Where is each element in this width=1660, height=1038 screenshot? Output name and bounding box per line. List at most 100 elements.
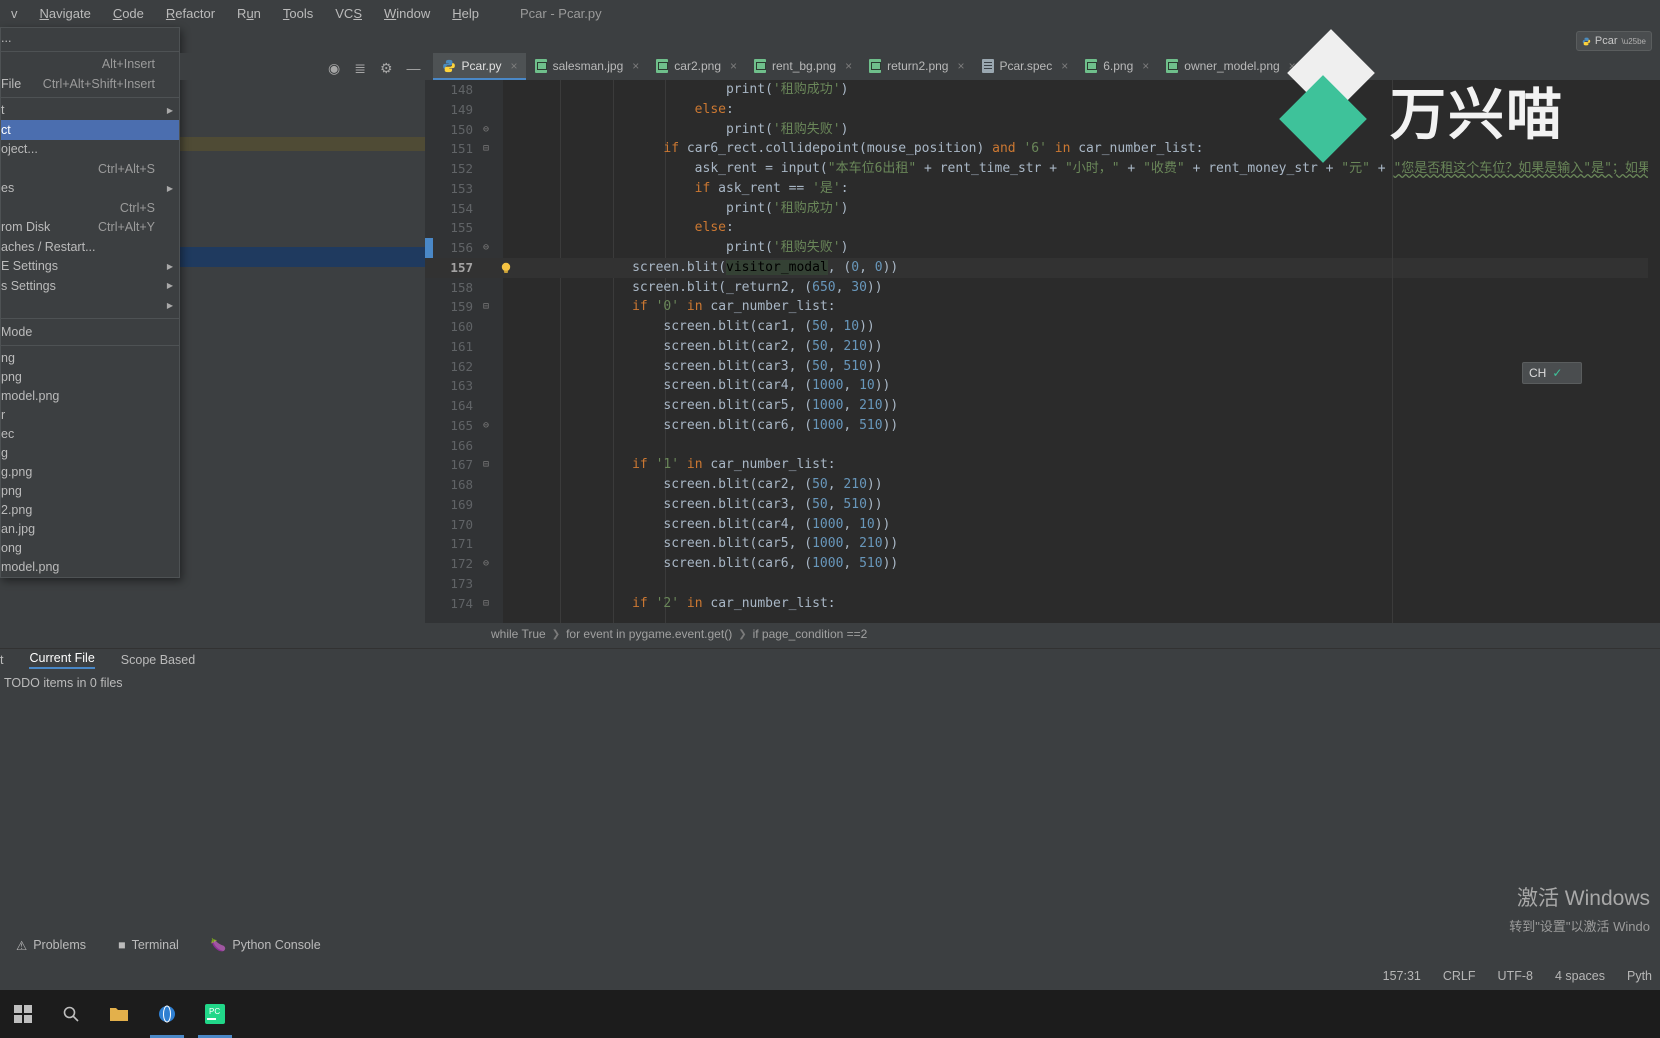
taskbar-pycharm-icon[interactable]: PC [192,990,238,1038]
code-line[interactable]: 153if ask_rent == '是': [425,179,1660,199]
breadcrumb-item[interactable]: while True [491,627,546,641]
bottom-tab-python-console[interactable]: 🍆 Python Console [195,938,337,953]
bottom-tab-problems[interactable]: ⚠ Problems [0,938,102,953]
breadcrumb-item[interactable]: if page_condition ==2 [753,627,868,641]
fold-marker-icon[interactable]: ⊖ [480,554,492,574]
code-line[interactable]: 174⊟if '2' in car_number_list: [425,594,1660,614]
code-line[interactable]: 170screen.blit(car4, (1000, 10)) [425,515,1660,535]
menu-item-vcs[interactable]: VCS [324,6,373,21]
taskbar-browser-icon[interactable] [144,990,190,1038]
editor-tab[interactable]: salesman.jpg× [526,53,648,80]
code-line[interactable]: 172⊖screen.blit(car6, (1000, 510)) [425,554,1660,574]
code-line[interactable]: 168screen.blit(car2, (50, 210)) [425,475,1660,495]
status-bar-item[interactable]: UTF-8 [1498,969,1533,983]
close-icon[interactable]: × [730,59,737,73]
editor-tab[interactable]: return2.png× [860,53,972,80]
recent-file-item[interactable]: r [1,406,179,425]
menu-item-refactor[interactable]: Refactor [155,6,226,21]
breadcrumb[interactable]: while True❯for event in pygame.event.get… [425,623,1660,645]
collapse-all-icon[interactable]: ≣ [354,61,366,75]
chevron-down-icon[interactable]: \u25be [1622,37,1646,46]
status-bar-item[interactable]: Pyth [1627,969,1652,983]
fold-marker-icon[interactable]: ⊖ [480,238,492,258]
file-menu-popup[interactable]: ...Alt+InsertFileCtrl+Alt+Shift+Insertt▶… [0,27,180,578]
file-menu-row[interactable]: FileCtrl+Alt+Shift+Insert [1,74,179,94]
todo-tab[interactable]: Current File [29,651,94,669]
code-line[interactable]: 164screen.blit(car5, (1000, 210)) [425,396,1660,416]
menu-item-tools[interactable]: Tools [272,6,324,21]
run-configuration-selector[interactable]: Pcar \u25be [1576,31,1652,51]
editor-tab[interactable]: Pcar.py× [433,53,526,80]
close-icon[interactable]: × [632,59,639,73]
file-menu-row[interactable]: ct [1,120,179,140]
file-menu-row-mode[interactable]: Mode [1,322,179,342]
code-line[interactable]: 151⊟if car6_rect.collidepoint(mouse_posi… [425,139,1660,159]
code-line[interactable]: 148print('租购成功') [425,80,1660,100]
file-menu-row[interactable]: ▶ [1,296,179,316]
recent-file-item[interactable]: ng [1,349,179,368]
code-editor[interactable]: 148print('租购成功')149else:150⊖print('租购失败'… [425,80,1660,623]
minimize-icon[interactable]: — [407,61,421,75]
recent-file-item[interactable]: model.png [1,558,179,577]
code-line[interactable]: 150⊖print('租购失败') [425,120,1660,140]
taskbar-search-icon[interactable] [48,990,94,1038]
editor-marker-bar[interactable] [1648,80,1660,623]
editor-tab[interactable]: owner_model.png× [1157,53,1303,80]
recent-file-item[interactable]: an.jpg [1,520,179,539]
close-icon[interactable]: × [1142,59,1149,73]
code-line[interactable]: 154print('租购成功') [425,199,1660,219]
file-menu-row[interactable]: Ctrl+S [1,198,179,218]
code-line[interactable]: 167⊟if '1' in car_number_list: [425,455,1660,475]
menu-item-code[interactable]: Code [102,6,155,21]
menu-item-window[interactable]: Window [373,6,441,21]
fold-marker-icon[interactable]: ⊟ [480,594,492,614]
code-line[interactable]: 160screen.blit(car1, (50, 10)) [425,317,1660,337]
code-line[interactable]: 173 [425,574,1660,594]
fold-marker-icon[interactable]: ⊖ [480,416,492,436]
recent-file-item[interactable]: 2.png [1,501,179,520]
fold-marker-icon[interactable]: ⊖ [480,120,492,140]
bottom-tab-terminal[interactable]: ■ Terminal [102,938,195,952]
file-menu-row[interactable]: Alt+Insert [1,55,179,75]
todo-tab[interactable]: t [0,653,3,667]
fold-marker-icon[interactable]: ⊟ [480,455,492,475]
file-menu-row[interactable]: es▶ [1,179,179,199]
code-line[interactable]: 162screen.blit(car3, (50, 510)) [425,357,1660,377]
recent-file-item[interactable]: png [1,482,179,501]
menu-item-run[interactable]: Run [226,6,272,21]
code-line[interactable]: 157screen.blit(visitor_modal, (0, 0)) [425,258,1660,278]
locate-icon[interactable]: ◉ [328,61,340,75]
close-icon[interactable]: × [957,59,964,73]
ime-language-indicator[interactable]: CH ✓ [1522,362,1582,384]
close-icon[interactable]: × [845,59,852,73]
editor-tab[interactable]: Pcar.spec× [973,53,1077,80]
file-menu-row[interactable]: t▶ [1,101,179,121]
taskbar-explorer-icon[interactable] [96,990,142,1038]
status-bar-item[interactable]: CRLF [1443,969,1476,983]
file-menu-row[interactable]: s Settings▶ [1,276,179,296]
status-bar-item[interactable]: 157:31 [1383,969,1421,983]
code-line[interactable]: 152ask_rent = input("本车位6出租" + rent_time… [425,159,1660,179]
fold-marker-icon[interactable]: ⊟ [480,139,492,159]
todo-tab[interactable]: Scope Based [121,653,195,667]
close-icon[interactable]: × [1289,59,1296,73]
code-line[interactable]: 159⊟if '0' in car_number_list: [425,297,1660,317]
menu-item-view-clipped[interactable]: v [0,6,29,21]
file-menu-row[interactable]: E Settings▶ [1,257,179,277]
taskbar-start-icon[interactable] [0,990,46,1038]
status-bar-item[interactable]: 4 spaces [1555,969,1605,983]
close-icon[interactable]: × [1061,59,1068,73]
code-line[interactable]: 161screen.blit(car2, (50, 210)) [425,337,1660,357]
code-line[interactable]: 166 [425,436,1660,456]
file-menu-row[interactable]: aches / Restart... [1,237,179,257]
code-line[interactable]: 169screen.blit(car3, (50, 510)) [425,495,1660,515]
code-line[interactable]: 171screen.blit(car5, (1000, 210)) [425,534,1660,554]
code-line[interactable]: 165⊖screen.blit(car6, (1000, 510)) [425,416,1660,436]
close-icon[interactable]: × [511,59,518,73]
editor-tab[interactable]: rent_bg.png× [745,53,860,80]
intention-bulb-icon[interactable] [499,261,513,275]
recent-file-item[interactable]: png [1,368,179,387]
recent-file-item[interactable]: g [1,444,179,463]
code-line[interactable]: 156⊖print('租购失败') [425,238,1660,258]
file-menu-row[interactable]: oject... [1,140,179,160]
